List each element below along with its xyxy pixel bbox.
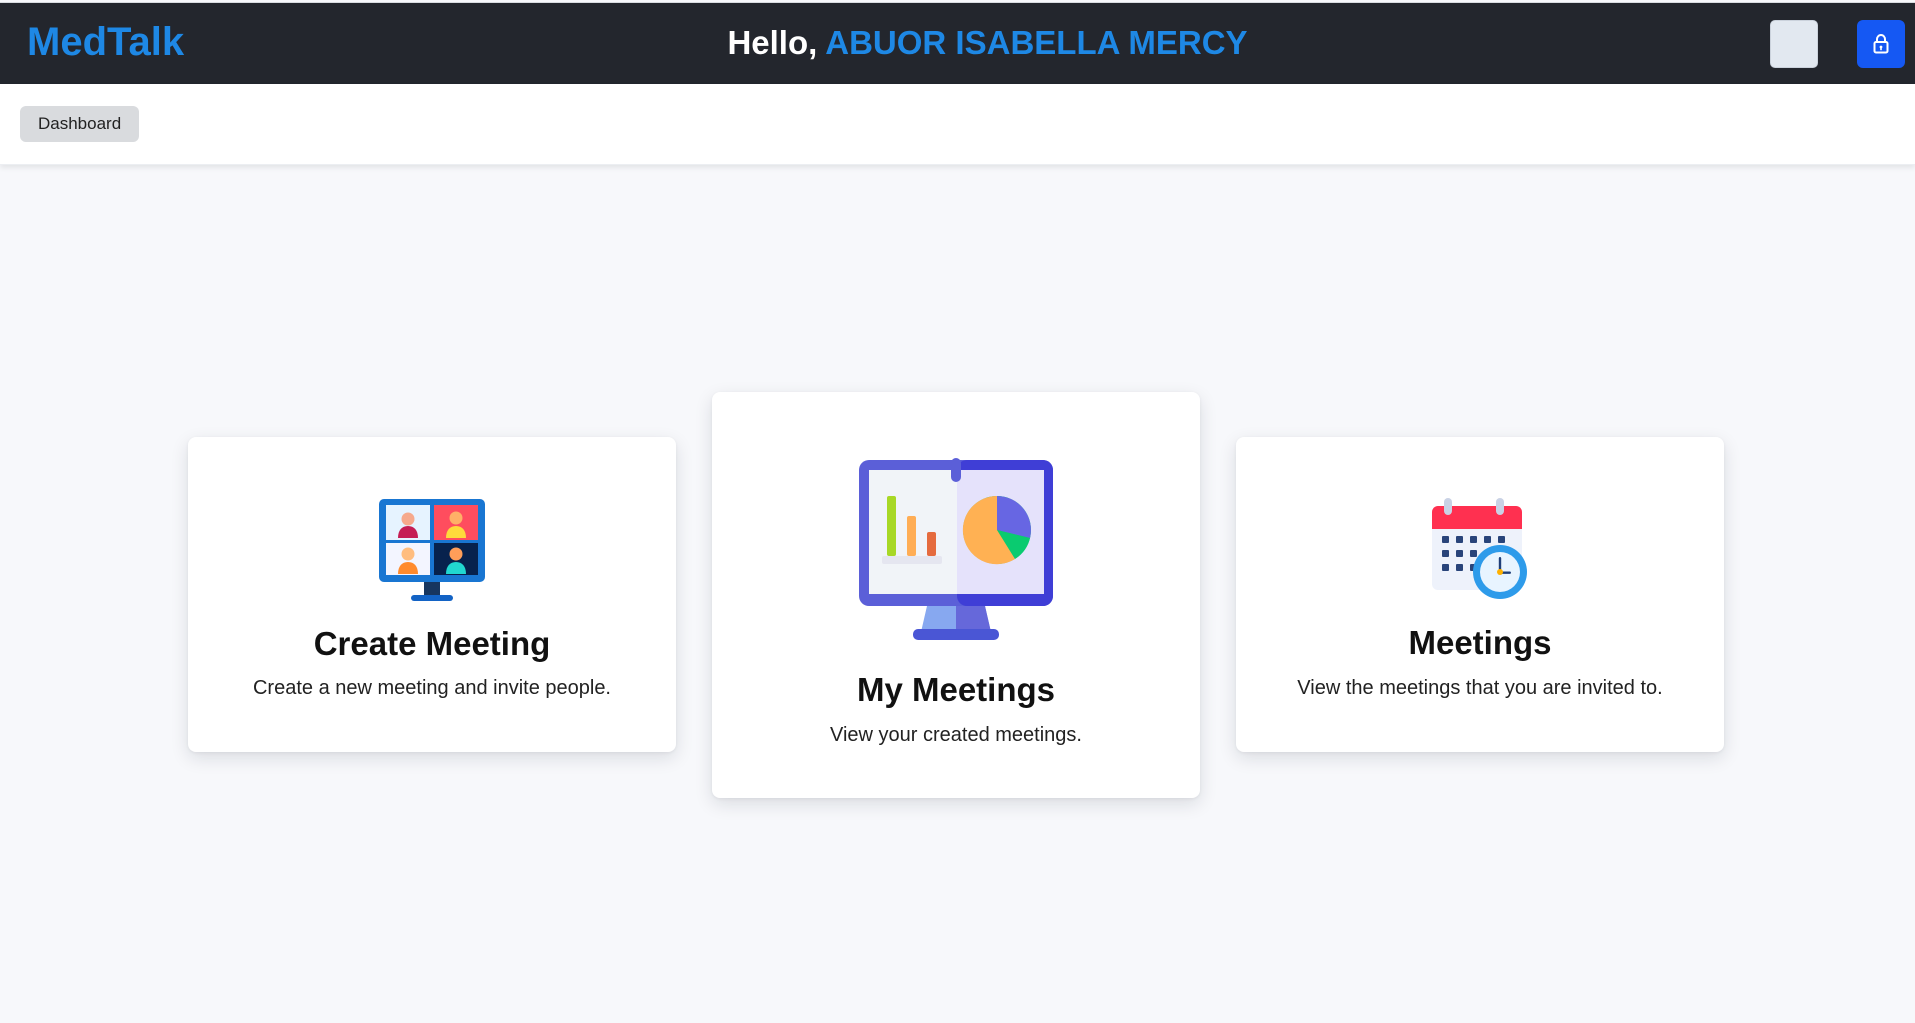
my-meetings-title: My Meetings (856, 671, 1056, 708)
my-meetings-card[interactable]: My Meetings View your created meetings. (712, 392, 1200, 798)
top-navigation-bar: MedTalk Hello, ABUOR ISABELLA MERCY (0, 2, 1915, 84)
profile-button[interactable] (1770, 20, 1818, 68)
my-meetings-description: View your created meetings. (830, 724, 1082, 746)
analytics-monitor-icon (859, 458, 1053, 640)
meetings-icon-wrap (1236, 496, 1724, 602)
secondary-navigation-bar: Dashboard (0, 84, 1915, 165)
dashboard-breadcrumb-button[interactable]: Dashboard (20, 106, 140, 142)
create-meeting-icon-wrap (188, 497, 676, 605)
greeting-prefix: Hello, (727, 24, 818, 61)
user-name: ABUOR ISABELLA MERCY (825, 24, 1248, 61)
user-greeting: Hello, ABUOR ISABELLA MERCY (0, 22, 1915, 64)
create-meeting-title: Create Meeting (313, 625, 551, 662)
meetings-title: Meetings (1408, 624, 1552, 661)
calendar-clock-icon (1432, 498, 1527, 599)
create-meeting-card[interactable]: Create Meeting Create a new meeting and … (188, 437, 676, 752)
video-conference-monitor-icon (379, 499, 485, 601)
logout-button[interactable] (1857, 20, 1905, 68)
meetings-description: View the meetings that you are invited t… (1297, 677, 1663, 699)
my-meetings-icon-wrap (712, 458, 1200, 642)
create-meeting-description: Create a new meeting and invite people. (252, 677, 611, 699)
lock-icon (1873, 33, 1889, 54)
meetings-card[interactable]: Meetings View the meetings that you are … (1236, 437, 1724, 752)
